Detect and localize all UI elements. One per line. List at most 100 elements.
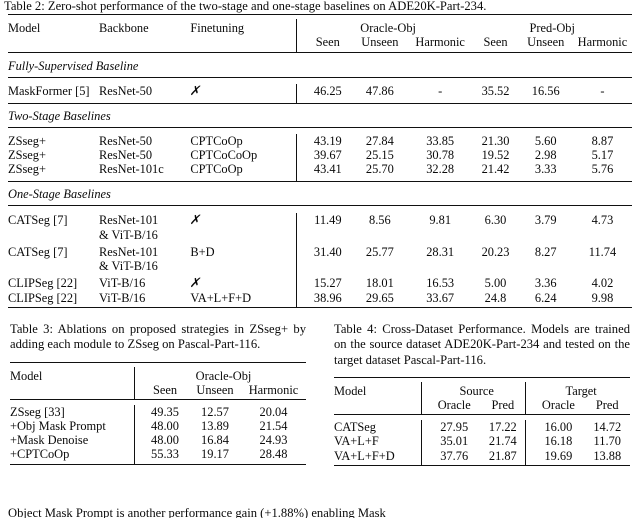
table2-sub-unseen-pred: Unseen	[527, 35, 565, 49]
table-row: CATSeg [7] ResNet-101 B+D 31.40 25.77 28…	[8, 244, 632, 259]
table2-cell-backbone: ResNet-101	[99, 244, 159, 259]
body-text-tail: Object Mask Prompt is another performanc…	[8, 506, 638, 518]
table3-sub-harmonic: Harmonic	[248, 383, 299, 398]
table3-cell-value: 48.00	[151, 418, 179, 433]
table2-cell-backbone: ResNet-101c	[99, 162, 164, 176]
table4-cell-model: VA+L+F	[334, 434, 379, 449]
table2: Model Backbone Finetuning Oracle-Obj Pre…	[8, 14, 632, 309]
table-row: +Mask Denoise 48.00 16.84 24.93	[10, 433, 306, 448]
table2-cell-model: ZSseg+	[8, 134, 46, 148]
table2-cell-value: 30.78	[426, 148, 455, 162]
table2-group-header-row: Model Backbone Finetuning Oracle-Obj Pre…	[8, 19, 632, 52]
table3-cell-model: +Mask Denoise	[10, 433, 89, 448]
table3-sub-seen: Seen	[152, 383, 178, 398]
table4-sub-source-pred: Pred	[491, 398, 515, 413]
table4-cell-value: 21.87	[488, 448, 517, 463]
table2-cell-value: 35.52	[481, 83, 510, 98]
table3-bottom-rule	[10, 464, 306, 467]
table2-cell-backbone: ViT-B/16	[99, 275, 146, 290]
table4-cell-model: CATSeg	[334, 420, 376, 435]
table4-cell-value: 16.00	[544, 420, 573, 435]
table2-section-two-stage: Two-Stage Baselines	[8, 109, 111, 123]
table-row: MaskFormer [5] ResNet-50 ✗ 46.25 47.86 -…	[8, 83, 632, 99]
table2-container: Model Backbone Finetuning Oracle-Obj Pre…	[8, 14, 632, 309]
table2-section-title-row: Two-Stage Baselines	[8, 109, 632, 128]
table3-sub-unseen: Unseen	[196, 383, 234, 398]
table3-cell-model: +Obj Mask Prompt	[10, 418, 106, 433]
table2-cell-finetuning: CPTCoCoOp	[190, 148, 258, 162]
table2-cell-value: 5.17	[591, 148, 614, 162]
table2-cell-value: 32.28	[426, 162, 455, 176]
table2-cell-backbone: ResNet-50	[99, 148, 153, 162]
table2-sub-harmonic-pred: Harmonic	[577, 35, 628, 49]
table2-cell-backbone-line2: & ViT-B/16	[99, 227, 158, 242]
table2-cell-finetuning: CPTCoOp	[190, 162, 243, 176]
table3-cell-value: 21.54	[259, 418, 288, 433]
table2-cell-value: 19.52	[481, 148, 510, 162]
table3-cell-model: +CPTCoOp	[10, 447, 70, 462]
table2-cell-value: 9.98	[591, 290, 614, 305]
table4-cell-value: 21.74	[488, 434, 517, 449]
table4-cell-value: 19.69	[544, 448, 573, 463]
table3-container: Table 3: Ablations on proposed strategie…	[0, 322, 320, 467]
table2-cell-value: 16.53	[426, 275, 455, 290]
table2-cell-model: ZSseg+	[8, 148, 46, 162]
table3-cell-value: 13.89	[201, 418, 229, 433]
cross-icon: ✗	[188, 275, 203, 291]
table2-cell-value: 25.70	[365, 162, 394, 176]
table3-cell-model: ZSseg [33]	[10, 404, 65, 419]
table3-cell-value: 49.35	[151, 404, 179, 419]
table2-cell-model: ZSseg+	[8, 162, 46, 176]
table-row: ZSseg+ ResNet-50 CPTCoOp 43.19 27.84 33.…	[8, 134, 632, 148]
table2-cell-model: CLIPSeg [22]	[8, 290, 78, 305]
table2-cell-value: 27.84	[365, 134, 394, 148]
table4-group-header-row: Model Source Target	[334, 382, 630, 415]
table4-caption: Table 4: Cross-Dataset Performance. Mode…	[334, 322, 630, 367]
table2-caption: Table 2: Zero-shot performance of the tw…	[4, 0, 487, 13]
table2-cell-finetuning: ✗	[188, 275, 296, 291]
table2-cell-value: 31.40	[313, 244, 342, 259]
table2-cell-value: 16.56	[531, 83, 560, 98]
table-row: +CPTCoOp 55.33 19.17 28.48	[10, 447, 306, 462]
table2-cell-value: 5.00	[484, 275, 507, 290]
table2-cell-value: 33.85	[426, 134, 455, 148]
table2-cell-backbone-line2: & ViT-B/16	[99, 258, 158, 273]
table2-cell-value: 3.79	[534, 212, 557, 227]
table2-sub-harmonic-oracle: Harmonic	[415, 35, 465, 49]
table2-sub-seen-pred: Seen	[483, 35, 508, 49]
table2-cell-value: 9.81	[429, 212, 452, 227]
table3-cell-value: 20.04	[259, 404, 288, 419]
table3-vrule	[133, 366, 141, 400]
table2-section-title-row: One-Stage Baselines	[8, 187, 632, 206]
two-column-area: Table 3: Ablations on proposed strategie…	[0, 322, 640, 468]
table4-group-source: Source	[459, 384, 494, 399]
table-row: CLIPSeg [22] ViT-B/16 VA+L+F+D 38.96 29.…	[8, 290, 632, 305]
table-row: CATSeg 27.95 17.22 16.00 14.72	[334, 420, 630, 435]
table2-cell-value: 20.23	[481, 244, 510, 259]
table2-cell-backbone: ResNet-50	[99, 134, 153, 148]
table2-cell-model: CATSeg [7]	[8, 212, 68, 227]
table-row-continuation: & ViT-B/16	[8, 258, 632, 273]
table4-cell-value: 11.70	[593, 434, 621, 449]
table3-cell-value: 24.93	[259, 433, 288, 448]
table2-cell-finetuning: ✗	[189, 84, 296, 99]
table4-cell-value: 13.88	[593, 448, 622, 463]
table2-cell-value: 39.67	[313, 148, 342, 162]
table4: Model Source Target Oracle Pred Oracle P…	[334, 377, 630, 468]
table2-cell-value: 46.25	[313, 83, 342, 98]
table3-cell-value: 28.48	[259, 447, 288, 462]
table2-cell-value: 5.60	[534, 134, 557, 148]
table3-cell-value: 48.00	[151, 433, 179, 448]
table2-cell-value: 5.76	[591, 162, 614, 176]
table4-cell-model: VA+L+F+D	[334, 448, 395, 463]
table-row: ZSseg+ ResNet-50 CPTCoCoOp 39.67 25.15 3…	[8, 148, 632, 162]
table2-cell-value: 43.19	[313, 134, 342, 148]
table2-cell-value: 11.74	[588, 244, 617, 259]
table2-cell-backbone: ResNet-50	[99, 83, 153, 98]
table2-cell-value: 8.87	[591, 134, 614, 148]
table4-cell-value: 27.95	[440, 420, 469, 435]
table4-sub-target-pred: Pred	[595, 398, 619, 413]
table2-cell-value: 3.33	[534, 162, 557, 176]
table2-col-finetuning: Finetuning	[190, 21, 245, 35]
table3-cell-value: 16.84	[201, 433, 229, 448]
